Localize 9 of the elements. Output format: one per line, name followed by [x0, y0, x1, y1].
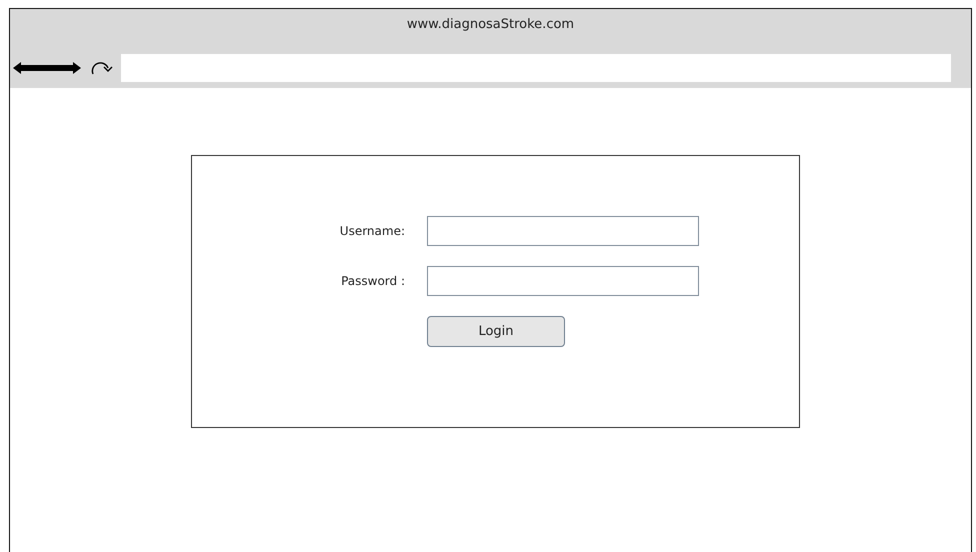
back-arrow-icon[interactable] [13, 61, 47, 75]
window-title: www.diagnosaStroke.com [406, 16, 576, 34]
field-label: Password : [340, 274, 405, 288]
reload-icon[interactable] [91, 59, 113, 77]
field-label: Username: [338, 224, 405, 238]
input-field[interactable] [427, 266, 699, 296]
login-button[interactable]: Login [427, 316, 565, 347]
forward-arrow-icon[interactable] [47, 61, 81, 75]
input-field[interactable] [427, 216, 699, 246]
